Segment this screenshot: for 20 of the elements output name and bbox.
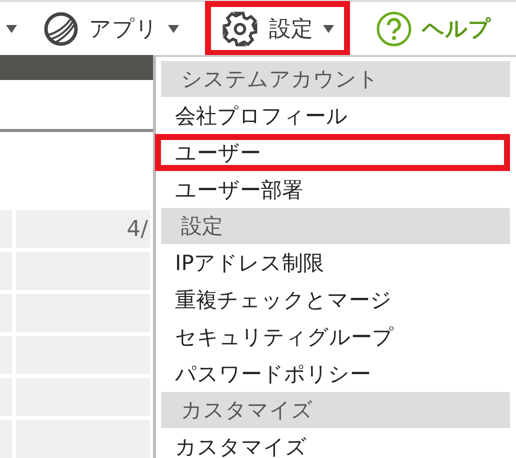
table-cell: 4/ [16, 210, 150, 248]
menu-item[interactable]: セキュリティグループ [155, 318, 510, 355]
caret-icon[interactable] [323, 24, 334, 32]
menu-section-header: カスタマイズ [161, 392, 510, 428]
nav-menu-item[interactable]: アプリ [27, 1, 195, 56]
caret-icon[interactable] [6, 24, 17, 32]
settings-icon [221, 10, 259, 48]
menu-item[interactable]: パスワードポリシー [155, 355, 510, 392]
menu-section-header: システムアカウント [161, 61, 510, 97]
menu-section-header: 設定 [161, 208, 510, 244]
menu-item[interactable]: ユーザー部署 [155, 171, 510, 208]
menu-item[interactable]: ユーザー [155, 134, 510, 171]
menu-item[interactable]: 重複チェックとマージ [155, 281, 510, 318]
menu-item[interactable]: カスタマイズ [155, 428, 510, 458]
caret-icon[interactable] [168, 24, 179, 32]
help-icon [376, 10, 412, 46]
menu-item[interactable]: 会社プロフィール [155, 97, 510, 134]
globe-icon [43, 10, 79, 46]
nav-menu-item[interactable]: 設定 [205, 1, 350, 56]
menu-item[interactable]: IPアドレス制限 [155, 244, 510, 281]
